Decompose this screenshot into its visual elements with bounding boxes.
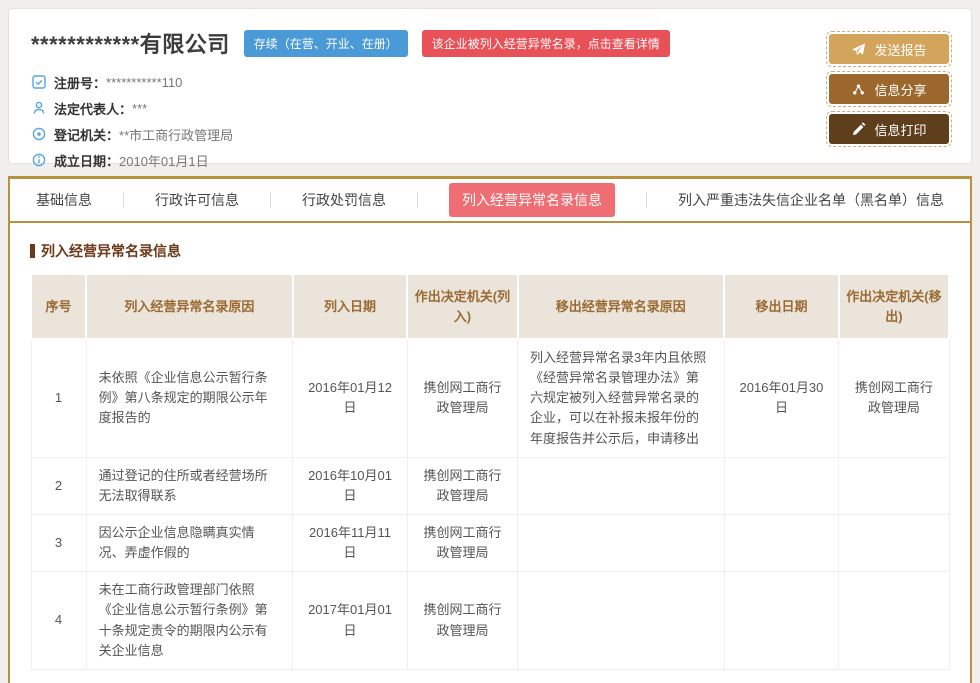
cell-removal-authority: 携创网工商行政管理局 (839, 339, 949, 457)
company-summary-card: ************有限公司 存续（在营、开业、在册） 该企业被列入经营异常… (8, 8, 972, 164)
pencil-icon (851, 122, 866, 137)
tab-divider (646, 192, 647, 208)
title-accent-bar (30, 244, 35, 258)
section-title-text: 列入经营异常名录信息 (41, 241, 181, 261)
registration-authority-row: 登记机关： **市工商行政管理局 (31, 121, 951, 147)
cell-inclusion-authority: 携创网工商行政管理局 (407, 572, 517, 670)
cell-inclusion-authority: 携创网工商行政管理局 (407, 457, 517, 514)
establishment-date-value: 2010年01月1日 (119, 151, 209, 170)
tab-administrative-penalty[interactable]: 行政处罚信息 (302, 190, 386, 210)
pagination: 共 查询到 4 条记录 共 1 页 首页 ◂上一页 1 下一页▸ 末页 (30, 670, 950, 683)
registration-number-value: ***********110 (106, 75, 182, 90)
status-badge: 存续（在营、开业、在册） (244, 30, 408, 57)
cell-index: 1 (31, 339, 86, 457)
abnormal-operation-table: 序号 列入经营异常名录原因 列入日期 作出决定机关(列入) 移出经营异常名录原因… (30, 273, 950, 670)
tab-administrative-license[interactable]: 行政许可信息 (155, 190, 239, 210)
cell-removal-reason (518, 514, 725, 571)
registration-number-row: 注册号： ***********110 (31, 69, 951, 95)
cell-removal-authority (839, 572, 949, 670)
col-header-inclusion-authority: 作出决定机关(列入) (407, 274, 517, 339)
col-header-removal-authority: 作出决定机关(移出) (839, 274, 949, 339)
cell-removal-authority (839, 457, 949, 514)
registration-authority-label: 登记机关： (54, 125, 119, 144)
cell-inclusion-reason: 通过登记的住所或者经营场所无法取得联系 (86, 457, 293, 514)
legal-representative-value: *** (132, 101, 147, 116)
tab-content: 列入经营异常名录信息 序号 列入经营异常名录原因 列入日期 作出决定机关(列入)… (10, 223, 970, 683)
establishment-date-row: 成立日期： 2010年01月1日 (31, 147, 951, 173)
cell-removal-date: 2016年01月30日 (724, 339, 839, 457)
paper-plane-icon (851, 42, 866, 57)
detail-panel: 基础信息 行政许可信息 行政处罚信息 列入经营异常名录信息 列入严重违法失信企业… (8, 176, 972, 683)
cell-index: 4 (31, 572, 86, 670)
table-row: 4 未在工商行政管理部门依照《企业信息公示暂行条例》第十条规定责令的期限内公示有… (31, 572, 949, 670)
cell-index: 3 (31, 514, 86, 571)
cell-inclusion-reason: 未在工商行政管理部门依照《企业信息公示暂行条例》第十条规定责令的期限内公示有关企… (86, 572, 293, 670)
cell-index: 2 (31, 457, 86, 514)
certificate-icon (31, 74, 47, 90)
tab-divider (270, 192, 271, 208)
print-info-button[interactable]: 信息打印 (829, 114, 949, 144)
cell-removal-reason (518, 572, 725, 670)
cell-inclusion-authority: 携创网工商行政管理局 (407, 339, 517, 457)
tab-bar: 基础信息 行政许可信息 行政处罚信息 列入经营异常名录信息 列入严重违法失信企业… (10, 179, 970, 223)
col-header-removal-reason: 移出经营异常名录原因 (518, 274, 725, 339)
cell-removal-reason (518, 457, 725, 514)
tab-divider (123, 192, 124, 208)
table-row: 1 未依照《企业信息公示暂行条例》第八条规定的期限公示年度报告的 2016年01… (31, 339, 949, 457)
cell-inclusion-reason: 因公示企业信息隐瞒真实情况、弄虚作假的 (86, 514, 293, 571)
col-header-index: 序号 (31, 274, 86, 339)
table-row: 2 通过登记的住所或者经营场所无法取得联系 2016年10月01日 携创网工商行… (31, 457, 949, 514)
cell-removal-authority (839, 514, 949, 571)
cell-inclusion-date: 2016年01月12日 (293, 339, 408, 457)
col-header-inclusion-date: 列入日期 (293, 274, 408, 339)
company-info-list: 注册号： ***********110 法定代表人： *** 登记机关： **市… (31, 69, 951, 173)
cell-removal-date (724, 572, 839, 670)
registration-authority-value: **市工商行政管理局 (119, 125, 233, 144)
cell-inclusion-date: 2016年10月01日 (293, 457, 408, 514)
cell-removal-date (724, 457, 839, 514)
tab-basic-info[interactable]: 基础信息 (36, 190, 92, 210)
cell-inclusion-authority: 携创网工商行政管理局 (407, 514, 517, 571)
share-icon (851, 82, 866, 97)
cell-inclusion-reason: 未依照《企业信息公示暂行条例》第八条规定的期限公示年度报告的 (86, 339, 293, 457)
cell-inclusion-date: 2016年11月11日 (293, 514, 408, 571)
print-info-label: 信息打印 (874, 120, 926, 139)
person-icon (31, 100, 47, 116)
table-header-row: 序号 列入经营异常名录原因 列入日期 作出决定机关(列入) 移出经营异常名录原因… (31, 274, 949, 339)
tab-serious-violation-blacklist[interactable]: 列入严重违法失信企业名单（黑名单）信息 (678, 190, 944, 210)
info-icon (31, 152, 47, 168)
legal-representative-row: 法定代表人： *** (31, 95, 951, 121)
tab-abnormal-operation-list[interactable]: 列入经营异常名录信息 (449, 183, 615, 217)
tab-divider (417, 192, 418, 208)
establishment-date-label: 成立日期： (54, 151, 119, 170)
section-title: 列入经营异常名录信息 (30, 241, 950, 261)
abnormal-warning-badge[interactable]: 该企业被列入经营异常名录，点击查看详情 (422, 30, 670, 57)
cell-inclusion-date: 2017年01月01日 (293, 572, 408, 670)
table-row: 3 因公示企业信息隐瞒真实情况、弄虚作假的 2016年11月11日 携创网工商行… (31, 514, 949, 571)
send-report-button[interactable]: 发送报告 (829, 34, 949, 64)
cell-removal-reason: 列入经营异常名录3年内且依照《经营异常名录管理办法》第六规定被列入经营异常名录的… (518, 339, 725, 457)
share-info-button[interactable]: 信息分享 (829, 74, 949, 104)
col-header-removal-date: 移出日期 (724, 274, 839, 339)
legal-representative-label: 法定代表人： (54, 99, 132, 118)
company-name: ************有限公司 (31, 27, 230, 59)
share-info-label: 信息分享 (874, 80, 926, 99)
col-header-inclusion-reason: 列入经营异常名录原因 (86, 274, 293, 339)
cell-removal-date (724, 514, 839, 571)
action-buttons: 发送报告 信息分享 信息打印 (829, 34, 949, 144)
send-report-label: 发送报告 (874, 40, 926, 59)
location-icon (31, 126, 47, 142)
registration-number-label: 注册号： (54, 73, 106, 92)
